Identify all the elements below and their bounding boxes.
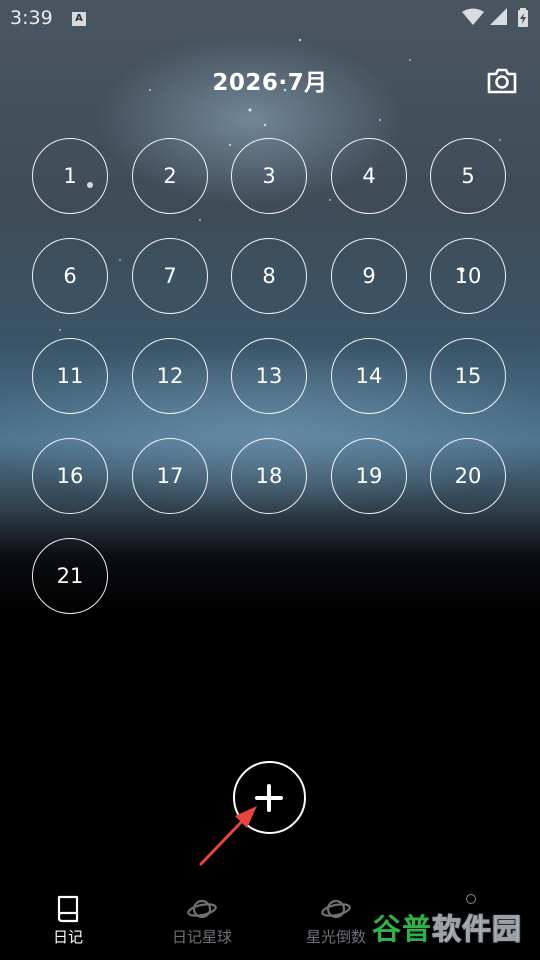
wifi-icon <box>462 8 484 25</box>
day-circle[interactable]: 17 <box>132 438 208 514</box>
planet-icon <box>187 899 217 919</box>
partial-nav-icon <box>466 894 476 904</box>
day-circle[interactable]: 14 <box>331 338 407 414</box>
day-circle[interactable]: 19 <box>331 438 407 514</box>
day-circle[interactable]: 7 <box>132 238 208 314</box>
day-circle[interactable]: 13 <box>231 338 307 414</box>
day-circle[interactable]: 6 <box>32 238 108 314</box>
day-circle[interactable]: 15 <box>430 338 506 414</box>
day-circle[interactable]: 3 <box>231 138 307 214</box>
day-circle[interactable]: 12 <box>132 338 208 414</box>
day-circle[interactable]: 1 <box>32 138 108 214</box>
book-icon <box>57 895 79 923</box>
status-bar: 3:39 A <box>0 0 540 36</box>
day-circle[interactable]: 8 <box>231 238 307 314</box>
day-circle[interactable]: 9 <box>331 238 407 314</box>
watermark-logo: 谷普软件园 <box>372 906 522 948</box>
notification-a-icon: A <box>72 12 86 26</box>
day-circle[interactable]: 16 <box>32 438 108 514</box>
nav-item-label: 日记 <box>52 928 83 946</box>
signal-icon <box>490 8 507 25</box>
nav-item-diary-planet[interactable]: 日记星球 <box>142 894 262 947</box>
day-circle[interactable]: 4 <box>331 138 407 214</box>
day-circle[interactable]: 20 <box>430 438 506 514</box>
watermark-green-text: 谷普 <box>372 912 433 946</box>
nav-item-label: 日记星球 <box>171 928 232 946</box>
day-circle[interactable]: 18 <box>231 438 307 514</box>
annotation-arrow-icon <box>199 806 257 866</box>
watermark-white-text: 软件园 <box>432 912 523 947</box>
planet-icon <box>321 899 351 919</box>
status-time: 3:39 <box>10 7 53 29</box>
battery-icon <box>518 8 528 27</box>
page-title: 2026·7月 <box>212 70 328 96</box>
day-circle[interactable]: 5 <box>430 138 506 214</box>
camera-icon[interactable] <box>486 66 518 96</box>
day-circle[interactable]: 10 <box>430 238 506 314</box>
day-circle[interactable]: 2 <box>132 138 208 214</box>
nav-item-diary[interactable]: 日记 <box>8 894 128 947</box>
day-circle[interactable]: 11 <box>32 338 108 414</box>
day-circle[interactable]: 21 <box>32 538 108 614</box>
